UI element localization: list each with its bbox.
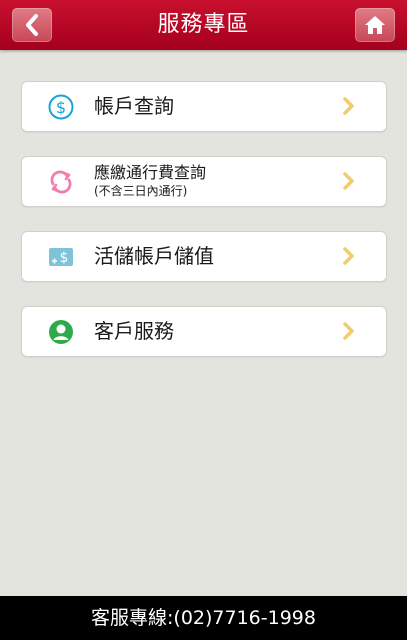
- dollar-circle-icon: $: [48, 94, 74, 120]
- svg-text:$: $: [60, 250, 69, 266]
- service-menu: $ 帳戶查詢 應繳通行費查詢 (不含三日內通行) $ 活儲帳戶儲值 客戶服務: [21, 81, 387, 381]
- refresh-arrows-icon: [50, 170, 72, 194]
- chevron-right-icon: [343, 172, 354, 190]
- hotline-text[interactable]: 客服專線:(02)7716-1998: [91, 607, 316, 629]
- menu-item-sublabel: (不含三日內通行): [94, 184, 188, 198]
- chevron-right-icon: [343, 247, 354, 265]
- menu-item-label: 帳戶查詢: [94, 94, 174, 118]
- chevron-right-icon: [343, 322, 354, 340]
- user-circle-icon: [49, 320, 73, 344]
- chevron-right-icon: [343, 97, 354, 115]
- menu-item-label-group: 應繳通行費查詢 (不含三日內通行): [94, 163, 206, 199]
- menu-item-toll-inquiry[interactable]: 應繳通行費查詢 (不含三日內通行): [21, 156, 387, 207]
- menu-item-label: 應繳通行費查詢: [94, 163, 207, 182]
- money-card-icon: $: [49, 248, 73, 266]
- menu-item-label: 活儲帳戶儲值: [94, 244, 214, 268]
- home-button[interactable]: [355, 8, 395, 42]
- page-title: 服務專區: [157, 12, 250, 37]
- app-header: 服務專區: [0, 0, 407, 50]
- menu-item-label: 客戶服務: [94, 319, 174, 343]
- footer-hotline: 客服專線:(02)7716-1998: [0, 596, 407, 640]
- svg-text:$: $: [56, 98, 66, 117]
- menu-item-account-topup[interactable]: $ 活儲帳戶儲值: [21, 231, 387, 282]
- menu-item-customer-service[interactable]: 客戶服務: [21, 306, 387, 357]
- home-icon: [365, 16, 385, 34]
- menu-item-account-inquiry[interactable]: $ 帳戶查詢: [21, 81, 387, 132]
